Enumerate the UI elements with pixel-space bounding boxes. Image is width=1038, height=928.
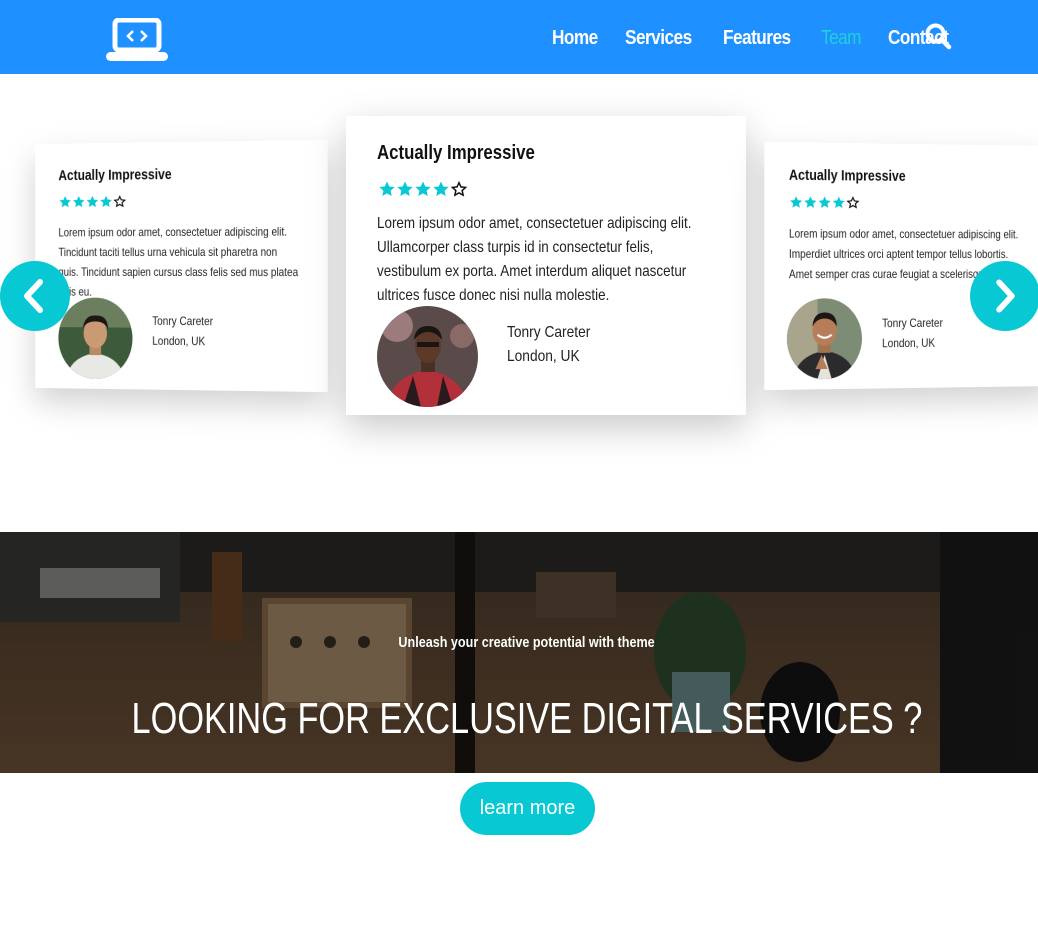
- star-empty-icon: [113, 194, 127, 208]
- cta-banner: Unleash your creative potential with the…: [0, 532, 1038, 773]
- testimonial-author-name: Tonry Careter: [882, 316, 943, 330]
- star-filled-icon: [817, 195, 831, 209]
- star-empty-icon: [846, 195, 860, 209]
- star-filled-icon: [789, 195, 803, 209]
- banner-subtitle: Unleash your creative potential with the…: [0, 634, 1038, 651]
- testimonial-title: Actually Impressive: [58, 166, 171, 184]
- carousel-next-button[interactable]: [970, 261, 1038, 331]
- testimonial-card: Actually Impressive Lorem ipsum odor ame…: [35, 140, 327, 392]
- main-nav: Home Services Features Team Contact: [552, 22, 978, 54]
- nav-link-team[interactable]: Team: [821, 27, 861, 50]
- learn-more-button[interactable]: learn more: [460, 782, 595, 835]
- avatar: [787, 298, 862, 379]
- carousel-prev-button[interactable]: [0, 261, 70, 331]
- star-rating: [378, 180, 468, 198]
- testimonial-author-location: London, UK: [152, 334, 205, 348]
- testimonial-text: Lorem ipsum odor amet, consectetuer adip…: [58, 221, 299, 302]
- testimonial-author-location: London, UK: [507, 348, 580, 366]
- star-rating: [789, 195, 860, 210]
- star-filled-icon: [396, 180, 414, 198]
- star-filled-icon: [414, 180, 432, 198]
- star-empty-icon: [450, 180, 468, 198]
- laptop-code-icon[interactable]: [106, 18, 168, 62]
- testimonial-title: Actually Impressive: [789, 167, 906, 185]
- star-filled-icon: [803, 195, 817, 209]
- nav-link-features[interactable]: Features: [723, 27, 791, 50]
- testimonial-author-location: London, UK: [882, 336, 935, 350]
- testimonials-carousel: Actually Impressive Lorem ipsum odor ame…: [0, 74, 1038, 532]
- chevron-right-icon: [970, 261, 1038, 331]
- testimonial-card-active: Actually Impressive Lorem ipsum odor ame…: [346, 116, 746, 415]
- star-filled-icon: [832, 195, 846, 209]
- nav-link-services[interactable]: Services: [625, 27, 692, 50]
- star-filled-icon: [378, 180, 396, 198]
- search-icon[interactable]: [924, 22, 952, 50]
- star-filled-icon: [99, 195, 113, 209]
- banner-title: LOOKING FOR EXCLUSIVE DIGITAL SERVICES ?: [0, 694, 1038, 744]
- star-rating: [58, 194, 126, 208]
- star-filled-icon: [432, 180, 450, 198]
- testimonial-title: Actually Impressive: [377, 142, 535, 165]
- testimonial-author-name: Tonry Careter: [507, 324, 590, 342]
- navbar: Home Services Features Team Contact: [0, 0, 1038, 74]
- testimonial-author-name: Tonry Careter: [152, 314, 213, 328]
- nav-link-home[interactable]: Home: [552, 27, 598, 50]
- star-filled-icon: [58, 195, 72, 209]
- avatar: [377, 306, 478, 407]
- testimonial-text: Lorem ipsum odor amet, consectetuer adip…: [377, 212, 709, 308]
- star-filled-icon: [72, 195, 86, 209]
- star-filled-icon: [86, 195, 100, 209]
- chevron-left-icon: [0, 261, 70, 331]
